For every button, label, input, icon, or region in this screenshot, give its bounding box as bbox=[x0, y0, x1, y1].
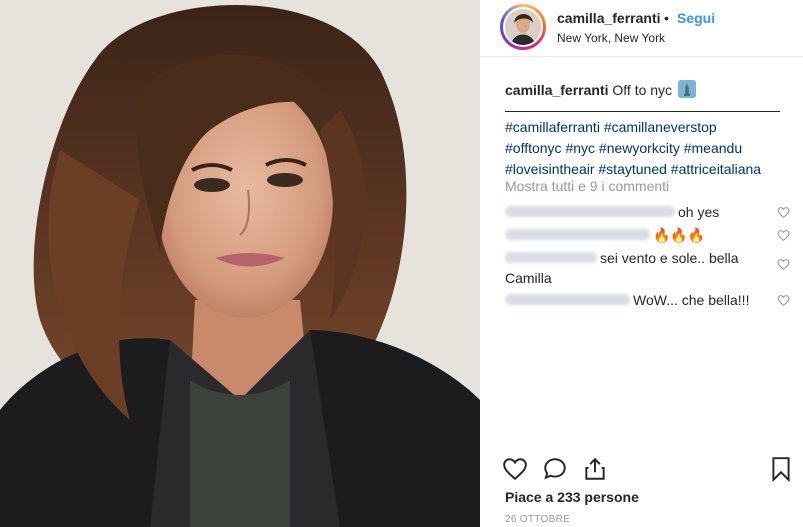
avatar[interactable] bbox=[503, 7, 543, 47]
post-photo[interactable] bbox=[0, 0, 480, 527]
portrait-image bbox=[0, 0, 480, 527]
blurred-username[interactable] bbox=[505, 252, 597, 263]
blurred-username[interactable] bbox=[505, 206, 675, 217]
caption-divider bbox=[505, 111, 780, 112]
hashtag-link[interactable]: #offtonyc bbox=[505, 140, 562, 156]
comment-item: sei vento e sole.. bella Camilla bbox=[505, 248, 755, 288]
hashtag-link[interactable]: #nyc bbox=[565, 140, 595, 156]
blurred-username[interactable] bbox=[505, 294, 630, 305]
hashtags: #camillaferranti #camillaneverstop #offt… bbox=[505, 117, 795, 180]
post-sidebar: camilla_ferranti • Segui New York, New Y… bbox=[480, 0, 803, 527]
comment-icon[interactable] bbox=[542, 456, 568, 482]
caption-text: Off to nyc bbox=[612, 82, 673, 98]
post-date[interactable]: 26 OTTOBRE bbox=[505, 514, 570, 525]
hashtag-link[interactable]: #staytuned bbox=[598, 161, 667, 177]
comment-heart-icon[interactable] bbox=[777, 229, 790, 242]
comment-text: oh yes bbox=[678, 204, 720, 220]
comment-heart-icon[interactable] bbox=[777, 258, 790, 271]
comment-item: WoW... che bella!!! bbox=[505, 290, 765, 310]
share-icon[interactable] bbox=[582, 456, 608, 482]
comment-item: oh yes bbox=[505, 202, 765, 222]
caption: camilla_ferranti Off to nyc bbox=[505, 80, 795, 99]
caption-username[interactable]: camilla_ferranti bbox=[505, 82, 609, 98]
username[interactable]: camilla_ferranti bbox=[557, 10, 661, 26]
hashtag-link[interactable]: #meandu bbox=[684, 140, 742, 156]
heart-icon[interactable] bbox=[502, 456, 528, 482]
location-link[interactable]: New York, New York bbox=[557, 31, 665, 45]
hashtag-link[interactable]: #camillaferranti bbox=[505, 119, 600, 135]
blurred-username[interactable] bbox=[505, 229, 650, 240]
hashtag-link[interactable]: #newyorkcity bbox=[599, 140, 680, 156]
hashtag-link[interactable]: #camillaneverstop bbox=[604, 119, 717, 135]
view-all-comments-link[interactable]: Mostra tutti e 9 i commenti bbox=[505, 178, 669, 194]
likes-count[interactable]: Piace a 233 persone bbox=[505, 489, 639, 505]
comment-heart-icon[interactable] bbox=[777, 294, 790, 307]
comment-item: 🔥🔥🔥 bbox=[505, 225, 765, 245]
story-ring[interactable] bbox=[500, 4, 546, 50]
statue-of-liberty-icon bbox=[677, 80, 696, 98]
separator-dot: • bbox=[664, 10, 669, 26]
comment-text: WoW... che bella!!! bbox=[633, 292, 750, 308]
follow-button[interactable]: Segui bbox=[677, 10, 715, 26]
bookmark-icon[interactable] bbox=[768, 456, 794, 482]
comment-heart-icon[interactable] bbox=[777, 206, 790, 219]
post-header: camilla_ferranti • Segui New York, New Y… bbox=[480, 0, 803, 57]
comment-text: 🔥🔥🔥 bbox=[653, 227, 706, 243]
hashtag-link[interactable]: #attriceitaliana bbox=[671, 161, 761, 177]
action-bar bbox=[480, 448, 803, 488]
hashtag-link[interactable]: #loveisintheair bbox=[505, 161, 595, 177]
